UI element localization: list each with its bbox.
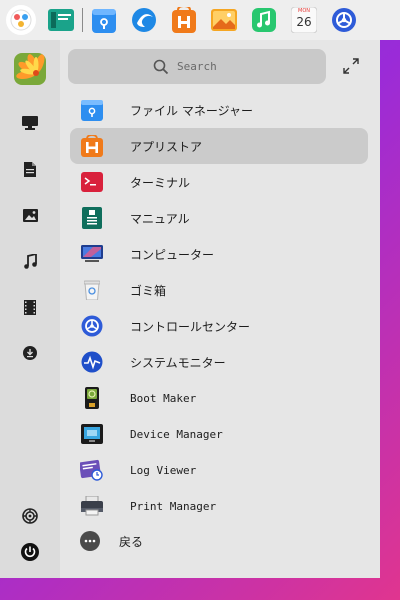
app-item-system-monitor[interactable]: システムモニター	[70, 344, 368, 380]
sidebar-item-music[interactable]	[20, 251, 40, 271]
dock-separator	[82, 8, 83, 32]
app-item-file-manager[interactable]: ファイル マネージャー	[70, 92, 368, 128]
sidebar-item-documents[interactable]	[20, 159, 40, 179]
app-label: Boot Maker	[130, 391, 197, 405]
control-center-icon	[80, 314, 104, 338]
app-item-computer[interactable]: コンピューター	[70, 236, 368, 272]
settings-gear-icon	[331, 7, 357, 33]
download-icon	[23, 346, 37, 360]
back-button[interactable]: 戻る	[80, 531, 143, 551]
file-manager-dock-item[interactable]	[89, 5, 119, 35]
sidebar-item-videos[interactable]	[20, 297, 40, 317]
film-icon	[24, 299, 36, 315]
device-manager-icon	[80, 422, 104, 446]
sidebar-item-pictures[interactable]	[20, 205, 40, 225]
app-store-icon	[80, 134, 104, 158]
app-label: コントロールセンター	[130, 319, 251, 334]
fullscreen-toggle-button[interactable]	[342, 57, 360, 75]
settings-button[interactable]	[20, 506, 40, 526]
app-item-log-viewer[interactable]: Log Viewer	[70, 452, 368, 488]
launcher-main: ファイル マネージャー アプリストア	[60, 40, 380, 578]
calendar-day: 26	[296, 15, 312, 29]
app-label: システムモニター	[130, 355, 226, 370]
app-item-control-center[interactable]: コントロールセンター	[70, 308, 368, 344]
app-label: コンピューター	[130, 247, 215, 262]
launcher-panel: ファイル マネージャー アプリストア	[0, 40, 380, 578]
app-item-trash[interactable]: ゴミ箱	[70, 272, 368, 308]
search-icon	[153, 59, 169, 75]
app-label: Device Manager	[130, 427, 223, 441]
calendar-icon: MON 26	[291, 7, 317, 33]
trash-icon	[80, 278, 104, 302]
monitor-icon	[22, 116, 38, 130]
app-label: ターミナル	[130, 175, 191, 190]
image-viewer-dock-item[interactable]	[209, 5, 239, 35]
app-list: ファイル マネージャー アプリストア ターミナル マニュアル コンピューター ゴ…	[70, 92, 368, 524]
more-dots-icon	[80, 531, 100, 551]
music-note-icon	[23, 253, 37, 269]
top-dock: MON 26	[0, 0, 400, 40]
launcher-sidebar	[0, 40, 60, 578]
app-store-dock-item[interactable]	[169, 5, 199, 35]
app-item-terminal[interactable]: ターミナル	[70, 164, 368, 200]
manual-icon	[80, 206, 104, 230]
app-label: ファイル マネージャー	[130, 103, 253, 118]
gear-icon	[22, 508, 38, 524]
picture-icon	[22, 208, 38, 222]
music-icon	[252, 7, 276, 33]
log-viewer-icon	[80, 458, 104, 482]
store-icon	[172, 7, 196, 33]
image-icon	[211, 9, 237, 31]
app-item-device-manager[interactable]: Device Manager	[70, 416, 368, 452]
music-dock-item[interactable]	[249, 5, 279, 35]
app-item-boot-maker[interactable]: Boot Maker	[70, 380, 368, 416]
app-item-manual[interactable]: マニュアル	[70, 200, 368, 236]
multitasking-dock-item[interactable]	[46, 5, 76, 35]
launcher-dock-item[interactable]	[6, 5, 36, 35]
app-label: マニュアル	[130, 211, 190, 226]
app-label: アプリストア	[130, 139, 203, 154]
app-label: ゴミ箱	[130, 283, 167, 298]
app-label: Print Manager	[130, 499, 217, 513]
control-center-dock-item[interactable]	[329, 5, 359, 35]
sidebar-item-computer[interactable]	[20, 113, 40, 133]
power-icon	[21, 543, 39, 561]
boot-maker-icon	[80, 386, 104, 410]
terminal-icon	[80, 170, 104, 194]
system-monitor-icon	[80, 350, 104, 374]
print-manager-icon	[80, 494, 104, 518]
app-label: Log Viewer	[130, 463, 197, 477]
calendar-weekday: MON	[298, 8, 310, 14]
app-item-app-store[interactable]: アプリストア	[70, 128, 368, 164]
avatar[interactable]	[14, 53, 46, 85]
app-item-print-manager[interactable]: Print Manager	[70, 488, 368, 524]
search-bar[interactable]	[68, 49, 326, 84]
expand-icon	[343, 58, 359, 74]
browser-dock-item[interactable]	[129, 5, 159, 35]
browser-icon	[131, 7, 157, 33]
multitask-icon	[48, 9, 74, 31]
launcher-icon	[10, 9, 32, 31]
document-icon	[24, 161, 36, 177]
calendar-dock-item[interactable]: MON 26	[289, 5, 319, 35]
computer-icon	[80, 242, 104, 266]
sidebar-item-downloads[interactable]	[20, 343, 40, 363]
file-manager-icon	[80, 98, 104, 122]
folder-icon	[92, 7, 116, 33]
search-input[interactable]	[175, 59, 241, 74]
back-label: 戻る	[119, 534, 144, 549]
power-button[interactable]	[20, 542, 40, 562]
